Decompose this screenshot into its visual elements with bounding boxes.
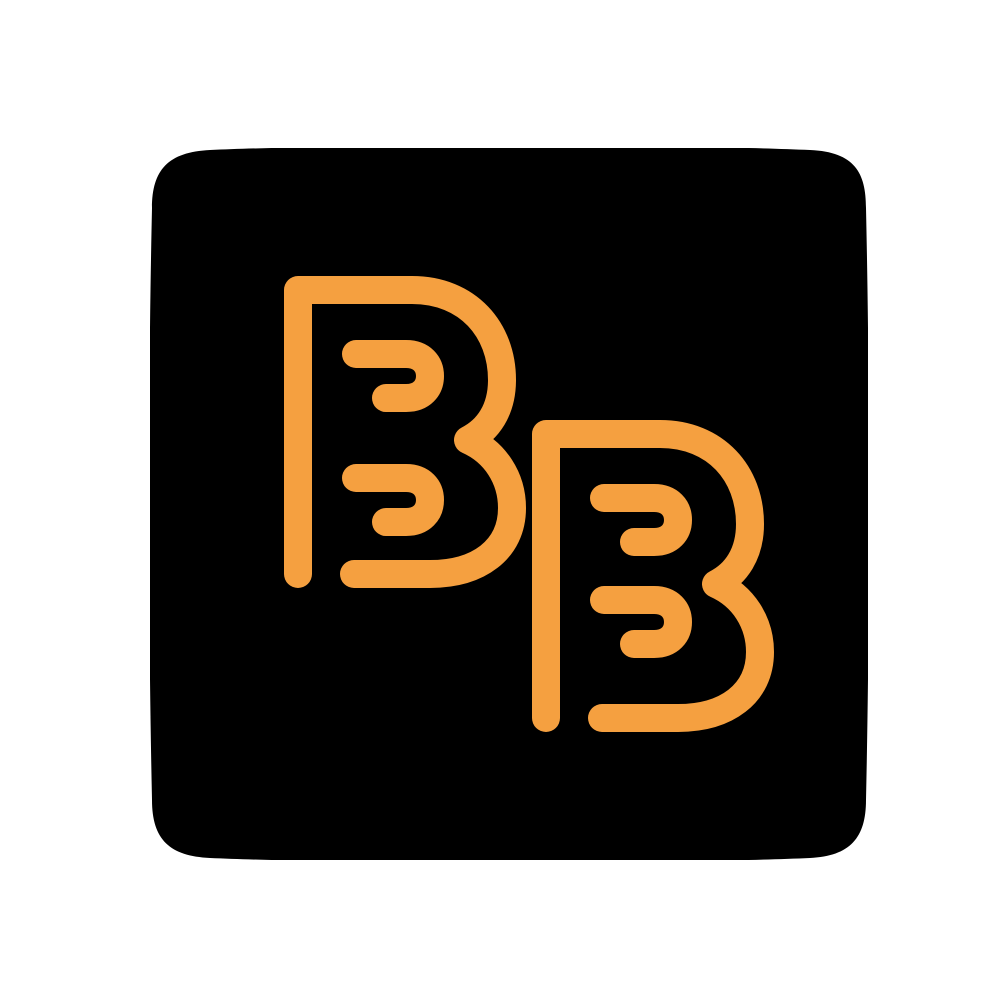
app-icon[interactable] [150,148,868,860]
bottom-caption [148,950,548,1000]
top-caption [148,40,448,80]
bb-monogram-icon [150,148,868,860]
